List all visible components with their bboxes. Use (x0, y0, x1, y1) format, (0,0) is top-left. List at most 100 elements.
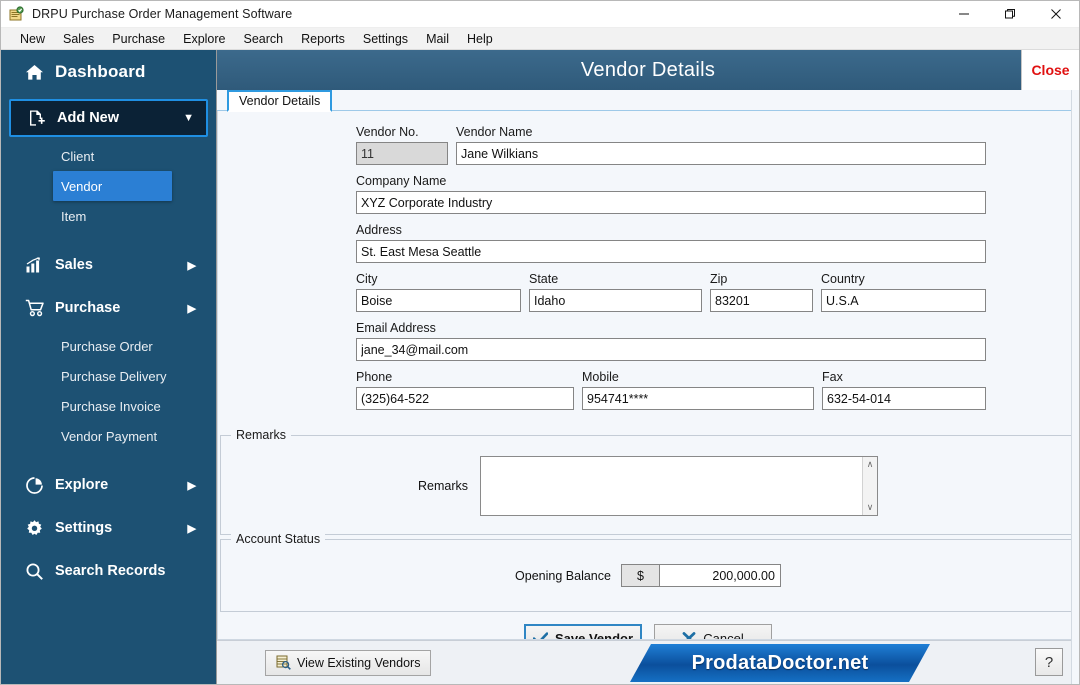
menu-item-mail[interactable]: Mail (417, 30, 458, 48)
menu-item-new[interactable]: New (11, 30, 54, 48)
opening-balance-value[interactable]: 200,000.00 (659, 565, 780, 586)
add-document-icon (27, 109, 57, 127)
form-fields: Vendor No. Vendor Name Company Name (218, 111, 1078, 431)
state-input[interactable] (529, 289, 702, 312)
sidebar-item-label: Sales (55, 257, 93, 273)
currency-symbol: $ (621, 565, 660, 586)
address-input[interactable] (356, 240, 986, 263)
sidebar-item-label: Add New (57, 110, 120, 126)
menu-item-purchase[interactable]: Purchase (103, 30, 174, 48)
save-vendor-button[interactable]: SSave Vendorave Vendor (524, 624, 642, 639)
opening-balance-row: Opening Balance $ 200,000.00 (231, 554, 1065, 601)
address-label: Address (356, 223, 402, 237)
remarks-scrollbar[interactable]: ∧ ∨ (862, 457, 877, 515)
email-label: Email Address (356, 321, 436, 335)
menu-item-sales[interactable]: Sales (54, 30, 103, 48)
remarks-group: Remarks Remarks ∧ ∨ (220, 428, 1076, 535)
maximize-button[interactable] (987, 1, 1033, 28)
sidebar-item-label: Search Records (55, 563, 166, 579)
chevron-right-icon: ▶ (187, 302, 196, 315)
chart-icon (25, 256, 55, 274)
brand-banner: ProdataDoctor.net (630, 644, 930, 682)
sidebar-item-sales[interactable]: Sales ▶ (9, 246, 208, 284)
cart-icon (25, 299, 55, 317)
remarks-field-label: Remarks (417, 479, 468, 493)
menu-item-help[interactable]: Help (458, 30, 502, 48)
cancel-button[interactable]: Cancel (654, 624, 772, 640)
city-label: City (356, 272, 378, 286)
company-name-input[interactable] (356, 191, 986, 214)
content-side-rail (1071, 90, 1079, 684)
sidebar-item-settings[interactable]: Settings ▶ (9, 509, 208, 547)
remarks-textarea[interactable]: ∧ ∨ (480, 456, 878, 516)
field-group-company: Company Name (356, 174, 986, 214)
view-existing-vendors-button[interactable]: View Existing Vendors (265, 649, 432, 676)
sidebar-item-purchase[interactable]: Purchase ▶ (9, 289, 208, 327)
sidebar-item-label: Dashboard (55, 62, 146, 81)
window-title: DRPU Purchase Order Management Software (32, 7, 293, 21)
city-input[interactable] (356, 289, 521, 312)
sidebar-item-search-records[interactable]: Search Records (9, 552, 208, 590)
mobile-input[interactable] (582, 387, 814, 410)
remarks-group-caption: Remarks (231, 428, 292, 442)
sidebar-item-vendor-payment[interactable]: Vendor Payment (1, 421, 216, 451)
sidebar-item-label: Purchase Delivery (61, 368, 167, 384)
fax-input[interactable] (822, 387, 986, 410)
field-row-location: City State Zip Country (356, 272, 986, 312)
menu-bar: New Sales Purchase Explore Search Report… (1, 28, 1079, 50)
sidebar-item-label: Settings (55, 520, 113, 536)
menu-item-search[interactable]: Search (235, 30, 293, 48)
cancel-label: Cancel (703, 630, 744, 640)
close-form-button[interactable]: Close (1021, 50, 1079, 90)
mobile-label: Mobile (582, 370, 619, 384)
minimize-button[interactable] (941, 1, 987, 28)
sidebar-item-label: Vendor Payment (61, 428, 158, 444)
help-button[interactable]: ? (1035, 648, 1063, 676)
remarks-row: Remarks ∧ ∨ (231, 450, 1065, 524)
tab-label: Vendor Details (239, 94, 321, 108)
sidebar-item-explore[interactable]: Explore ▶ (9, 466, 208, 504)
phone-input[interactable] (356, 387, 574, 410)
chevron-right-icon: ▶ (187, 259, 196, 272)
sidebar-item-purchase-delivery[interactable]: Purchase Delivery (1, 361, 216, 391)
close-window-button[interactable] (1033, 1, 1079, 28)
tab-strip: Vendor Details (217, 90, 1079, 112)
check-icon (532, 631, 548, 639)
tab-vendor-details[interactable]: Vendor Details (227, 90, 333, 112)
menu-item-explore[interactable]: Explore (174, 30, 234, 48)
vendor-name-input[interactable] (456, 142, 986, 165)
country-input[interactable] (821, 289, 986, 312)
opening-balance-field[interactable]: $ 200,000.00 (620, 564, 781, 587)
sidebar-item-client[interactable]: Client (1, 141, 216, 171)
pie-chart-icon (25, 476, 55, 495)
sidebar-item-dashboard[interactable]: Dashboard (1, 50, 216, 94)
chevron-right-icon: ▶ (187, 522, 196, 535)
sidebar-item-label: Purchase (55, 300, 121, 316)
email-input[interactable] (356, 338, 986, 361)
app-icon (9, 6, 25, 22)
chevron-down-icon: ▼ (183, 112, 194, 124)
vendor-no-input[interactable] (356, 142, 448, 165)
form-footer: View Existing Vendors ProdataDoctor.net … (217, 640, 1079, 684)
view-existing-vendors-label: View Existing Vendors (297, 655, 421, 670)
country-label: Country (821, 272, 865, 286)
sidebar-item-label: Vendor (61, 178, 103, 194)
sidebar-item-item[interactable]: Item (1, 201, 216, 231)
menu-item-reports[interactable]: Reports (292, 30, 354, 48)
home-icon (25, 64, 55, 81)
content-pane: Vendor Details Close Vendor Details Vend… (217, 50, 1079, 684)
page-header: Vendor Details Close (217, 50, 1079, 90)
scroll-down-icon[interactable]: ∨ (867, 502, 874, 513)
menu-item-settings[interactable]: Settings (354, 30, 417, 48)
sidebar-item-label: Purchase Invoice (61, 398, 161, 414)
scroll-up-icon[interactable]: ∧ (867, 459, 874, 470)
vendor-details-form: Vendor No. Vendor Name Company Name (217, 111, 1079, 640)
zip-input[interactable] (710, 289, 813, 312)
sidebar-item-purchase-invoice[interactable]: Purchase Invoice (1, 391, 216, 421)
sidebar-item-purchase-order[interactable]: Purchase Order (1, 331, 216, 361)
sidebar-item-vendor[interactable]: Vendor (53, 171, 172, 201)
chevron-right-icon: ▶ (187, 479, 196, 492)
sidebar-item-add-new[interactable]: Add New ▼ (9, 99, 208, 137)
